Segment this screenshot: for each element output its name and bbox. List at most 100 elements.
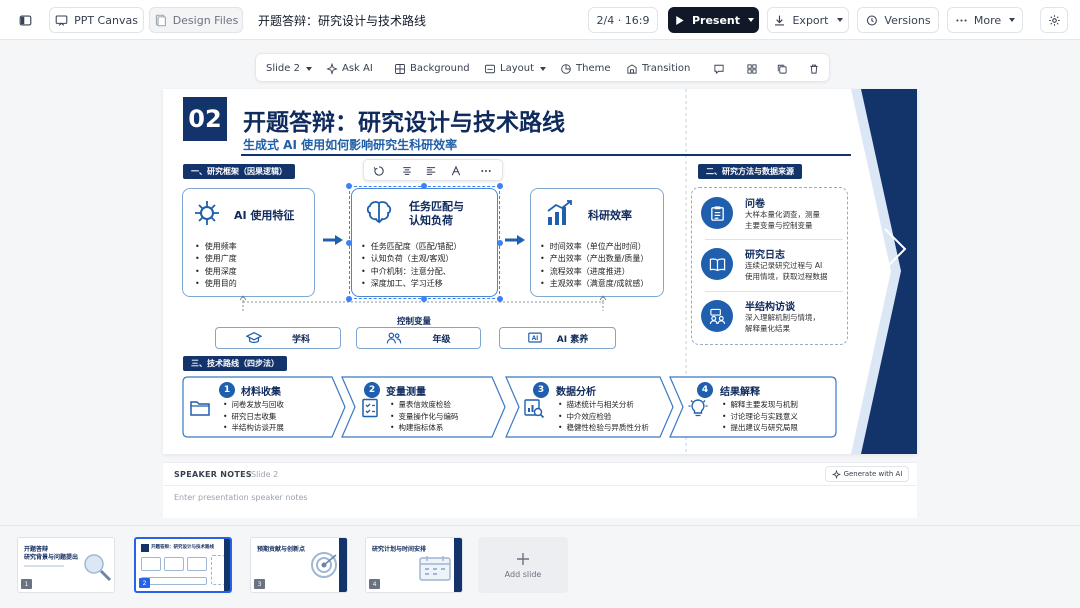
slide-title[interactable]: 开题答辩：研究设计与技术路线 bbox=[243, 103, 565, 137]
control-ai-literacy[interactable]: AI AI 素养 bbox=[499, 327, 616, 349]
resize-handle[interactable] bbox=[497, 240, 503, 246]
method-questionnaire[interactable]: 问卷 大样本量化调查，测量 主要变量与控制变量 bbox=[701, 195, 851, 237]
download-icon bbox=[775, 15, 785, 26]
align-center-icon[interactable] bbox=[401, 165, 413, 177]
more-button[interactable]: More bbox=[947, 7, 1023, 33]
resize-handle[interactable] bbox=[421, 183, 427, 189]
method-desc: 大样本量化调查，测量 主要变量与控制变量 bbox=[745, 209, 820, 231]
resize-handle[interactable] bbox=[346, 183, 352, 189]
list-item: 讨论理论与实践意义 bbox=[722, 411, 798, 423]
thumbnail-title: 预期贡献与创新点 bbox=[257, 546, 306, 553]
step-title: 材料收集 bbox=[241, 387, 281, 398]
brain-icon bbox=[366, 201, 392, 224]
resize-handle[interactable] bbox=[346, 240, 352, 246]
present-button[interactable]: Present bbox=[668, 7, 759, 33]
step-material-collection[interactable]: 1 材料收集 问卷发放与回收 研究日志收集 半结构访谈开展 bbox=[182, 376, 346, 438]
slide-thumbnail-3[interactable]: 预期贡献与创新点 3 bbox=[250, 537, 348, 593]
layout-icon bbox=[485, 64, 495, 73]
step-number: 3 bbox=[533, 382, 549, 398]
folder-icon bbox=[190, 401, 210, 416]
step-variable-measurement[interactable]: 2 变量测量 量表信效度检验 变量操作化与编码 构建指标体系 bbox=[341, 376, 506, 438]
method-desc-line: 大样本量化调查，测量 bbox=[745, 210, 820, 219]
background-button[interactable]: Background bbox=[394, 54, 470, 83]
title-divider bbox=[241, 154, 851, 156]
step-result-interpretation[interactable]: 4 结果解释 解释主要发现与机制 讨论理论与实践意义 提出建议与研究局限 bbox=[669, 376, 837, 438]
add-slide-button[interactable]: Add slide bbox=[478, 537, 568, 593]
step-data-analysis[interactable]: 3 数据分析 描述统计与相关分析 中介效应检验 稳健性检验与异质性分析 bbox=[505, 376, 674, 438]
sidebar-toggle-button[interactable] bbox=[12, 7, 38, 33]
checklist-icon bbox=[362, 398, 378, 418]
slide-canvas[interactable]: 02 开题答辩：研究设计与技术路线 生成式 AI 使用如何影响研究生科研效率 一… bbox=[163, 89, 917, 454]
slide-toolbar: Slide 2 Ask AI Background Layout Theme T… bbox=[255, 53, 830, 82]
methods-heading[interactable]: 二、研究方法与数据来源 bbox=[698, 164, 802, 179]
generate-notes-button[interactable]: Generate with AI bbox=[825, 466, 909, 482]
slide-number-badge: 02 bbox=[183, 97, 227, 141]
svg-text:AI: AI bbox=[531, 336, 538, 342]
speaker-notes-input[interactable]: Enter presentation speaker notes bbox=[174, 493, 308, 502]
list-item: 使用目的 bbox=[195, 278, 237, 290]
card-ai-features[interactable]: AI 使用特征 使用频率 使用广度 使用深度 使用目的 bbox=[182, 188, 315, 297]
method-interview[interactable]: 半结构访谈 深入理解机制与情境， 解释量化结果 bbox=[701, 298, 851, 340]
font-icon[interactable] bbox=[450, 165, 462, 177]
history-icon bbox=[867, 15, 878, 25]
transition-icon bbox=[627, 63, 637, 74]
list-item: 深度加工、学习迁移 bbox=[361, 278, 461, 290]
placeholder-box bbox=[141, 577, 207, 585]
analysis-icon bbox=[524, 399, 545, 419]
resize-handle[interactable] bbox=[497, 183, 503, 189]
people-icon bbox=[387, 332, 402, 344]
resize-handle[interactable] bbox=[497, 296, 503, 302]
versions-button[interactable]: Versions bbox=[857, 7, 939, 33]
tab-ppt-canvas[interactable]: PPT Canvas bbox=[49, 7, 144, 33]
layout-button[interactable]: Layout bbox=[484, 54, 546, 83]
step-number: 4 bbox=[697, 382, 713, 398]
export-button[interactable]: Export bbox=[767, 7, 849, 33]
list-item: 中介效应检验 bbox=[558, 411, 649, 423]
target-icon bbox=[311, 552, 337, 578]
list-item: 描述统计与相关分析 bbox=[558, 399, 649, 411]
method-icon bbox=[701, 197, 733, 229]
card-efficiency[interactable]: 科研效率 时间效率（单位产出时间） 产出效率（产出数量/质量） 流程效率（进度推… bbox=[530, 188, 664, 297]
control-discipline[interactable]: 学科 bbox=[215, 327, 341, 349]
grid-view-button[interactable] bbox=[746, 54, 758, 83]
method-icon bbox=[701, 248, 733, 280]
list-item: 解释主要发现与机制 bbox=[722, 399, 798, 411]
method-research-diary[interactable]: 研究日志 连续记录研究过程与 AI 使用情境，获取过程数据 bbox=[701, 246, 851, 288]
layout-label: Layout bbox=[500, 63, 534, 74]
step-list: 解释主要发现与机制 讨论理论与实践意义 提出建议与研究局限 bbox=[722, 399, 798, 434]
step-title: 结果解释 bbox=[720, 387, 760, 398]
graduation-cap-icon bbox=[245, 331, 262, 344]
list-item: 流程效率（进度推进） bbox=[540, 266, 648, 278]
settings-button[interactable] bbox=[1040, 7, 1068, 33]
theme-button[interactable]: Theme bbox=[560, 54, 611, 83]
ask-ai-button[interactable]: Ask AI bbox=[326, 54, 373, 83]
method-desc-line: 解释量化结果 bbox=[745, 324, 790, 333]
list-item: 量表信效度检验 bbox=[390, 399, 458, 411]
transition-button[interactable]: Transition bbox=[626, 54, 690, 83]
comment-button[interactable] bbox=[713, 54, 725, 83]
slide-thumbnail-2[interactable]: 开题答辩：研究设计与技术路线 2 bbox=[134, 537, 232, 593]
card-title: AI 使用特征 bbox=[234, 209, 295, 222]
delete-button[interactable] bbox=[808, 54, 820, 83]
replace-icon[interactable] bbox=[373, 165, 385, 177]
slide-thumbnail-4[interactable]: 研究计划与时间安排 4 bbox=[365, 537, 463, 593]
sparkle-icon bbox=[326, 62, 338, 75]
speaker-notes-heading: SPEAKER NOTES bbox=[174, 470, 252, 479]
more-dots-icon[interactable] bbox=[480, 165, 492, 177]
control-grade[interactable]: 年级 bbox=[356, 327, 481, 349]
list-item: 中介机制：注意分配、 bbox=[361, 266, 461, 278]
framework-heading[interactable]: 一、研究框架（因果逻辑） bbox=[183, 164, 295, 179]
slide-selector[interactable]: Slide 2 bbox=[266, 54, 312, 83]
card-task-match[interactable]: 任务匹配与 认知负荷 任务匹配度（匹配/错配） 认知负荷（主观/客观） 中介机制… bbox=[351, 188, 498, 297]
duplicate-button[interactable] bbox=[776, 54, 788, 83]
resize-handle[interactable] bbox=[346, 296, 352, 302]
thumbnail-decoration bbox=[339, 538, 347, 592]
slide-thumbnail-1[interactable]: 开题答辩 研究背景与问题提出 1 bbox=[17, 537, 115, 593]
slide-selector-label: Slide 2 bbox=[266, 63, 300, 74]
sparkle-icon bbox=[831, 469, 841, 479]
tab-design-files[interactable]: Design Files bbox=[149, 7, 243, 33]
align-left-icon[interactable] bbox=[425, 165, 437, 177]
route-heading[interactable]: 三、技术路线（四步法） bbox=[183, 356, 287, 371]
slide-subtitle[interactable]: 生成式 AI 使用如何影响研究生科研效率 bbox=[243, 136, 457, 153]
resize-handle[interactable] bbox=[421, 296, 427, 302]
